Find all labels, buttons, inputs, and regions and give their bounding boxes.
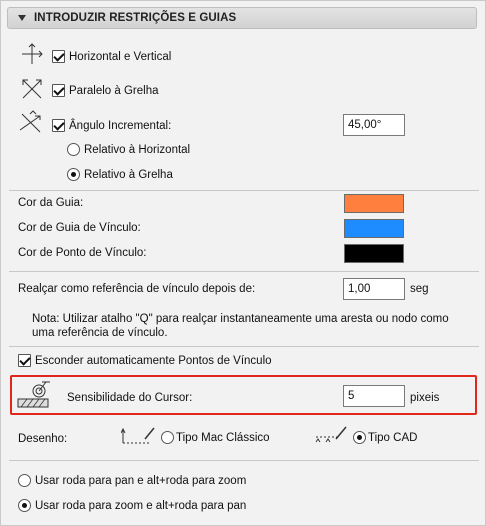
collapse-triangle-icon[interactable] (18, 15, 26, 21)
checkbox-horizontal-vertical[interactable]: Horizontal e Vertical (52, 50, 171, 63)
angle-icon (18, 110, 46, 139)
radio[interactable] (67, 143, 80, 156)
pixels-unit: pixeis (410, 392, 440, 404)
snap-point-color-label: Cor de Ponto de Vínculo: (18, 247, 147, 259)
radio-relative-horizontal[interactable]: Relativo à Horizontal (67, 143, 190, 156)
radio-wheel-zoom[interactable]: Usar roda para zoom e alt+roda para pan (18, 499, 246, 512)
diagonal-cross-icon (20, 77, 44, 104)
radio-cad[interactable]: Tipo CAD (353, 431, 417, 444)
radio-relative-grid[interactable]: Relativo à Grelha (67, 168, 173, 181)
checkbox-auto-hide[interactable]: Esconder automaticamente Pontos de Víncu… (18, 354, 272, 367)
checkbox-label: Ângulo Incremental: (69, 119, 172, 132)
snap-point-color-swatch[interactable] (344, 244, 404, 263)
shortcut-note: Nota: Utilizar atalho "Q" para realçar i… (32, 313, 449, 339)
angle-input[interactable]: 45,00° (343, 114, 405, 136)
radio-label: Usar roda para zoom e alt+roda para pan (35, 499, 247, 512)
cross-arrows-icon (20, 42, 44, 69)
radio-mac-classic[interactable]: Tipo Mac Clássico (161, 431, 270, 444)
checkbox[interactable] (52, 84, 65, 97)
settings-panel: INTRODUZIR RESTRIÇÕES E GUIAS Horizontal… (0, 0, 486, 526)
section-header[interactable]: INTRODUZIR RESTRIÇÕES E GUIAS (7, 7, 477, 29)
checkbox-label: Horizontal e Vertical (69, 50, 172, 63)
cursor-sensitivity-icon (17, 380, 51, 413)
highlight-delay-input[interactable]: 1,00 (343, 278, 405, 300)
snap-guide-color-label: Cor de Guia de Vínculo: (18, 222, 141, 234)
radio[interactable] (18, 474, 31, 487)
divider (9, 271, 479, 272)
checkbox-label: Esconder automaticamente Pontos de Víncu… (35, 354, 272, 367)
section-title: INTRODUZIR RESTRIÇÕES E GUIAS (34, 12, 237, 24)
radio-label: Tipo CAD (368, 431, 418, 444)
radio-label: Relativo à Horizontal (84, 143, 191, 156)
checkbox-label: Paralelo à Grelha (69, 84, 159, 97)
snap-guide-color-swatch[interactable] (344, 219, 404, 238)
radio[interactable] (161, 431, 174, 444)
radio[interactable] (18, 499, 31, 512)
seconds-unit: seg (410, 283, 429, 295)
radio[interactable] (67, 168, 80, 181)
radio-wheel-pan[interactable]: Usar roda para pan e alt+roda para zoom (18, 474, 246, 487)
radio-label: Relativo à Grelha (84, 168, 173, 181)
cursor-sensitivity-input[interactable]: 5 (343, 385, 405, 407)
cad-drawing-icon (314, 425, 350, 450)
cursor-sensitivity-label: Sensibilidade do Cursor: (67, 392, 193, 404)
guide-color-label: Cor da Guia: (18, 197, 84, 209)
highlight-delay-label: Realçar como referência de vínculo depoi… (18, 283, 256, 295)
checkbox[interactable] (18, 354, 31, 367)
guide-color-swatch[interactable] (344, 194, 404, 213)
divider (9, 346, 479, 347)
radio-label: Tipo Mac Clássico (176, 431, 270, 444)
checkbox[interactable] (52, 50, 65, 63)
radio[interactable] (353, 431, 366, 444)
checkbox-incremental-angle[interactable]: Ângulo Incremental: (52, 119, 171, 132)
divider (9, 190, 479, 191)
mac-classic-drawing-icon (120, 425, 157, 450)
checkbox[interactable] (52, 119, 65, 132)
checkbox-parallel-grid[interactable]: Paralelo à Grelha (52, 84, 159, 97)
radio-label: Usar roda para pan e alt+roda para zoom (35, 474, 247, 487)
divider (9, 460, 479, 461)
drawing-label: Desenho: (18, 433, 68, 445)
